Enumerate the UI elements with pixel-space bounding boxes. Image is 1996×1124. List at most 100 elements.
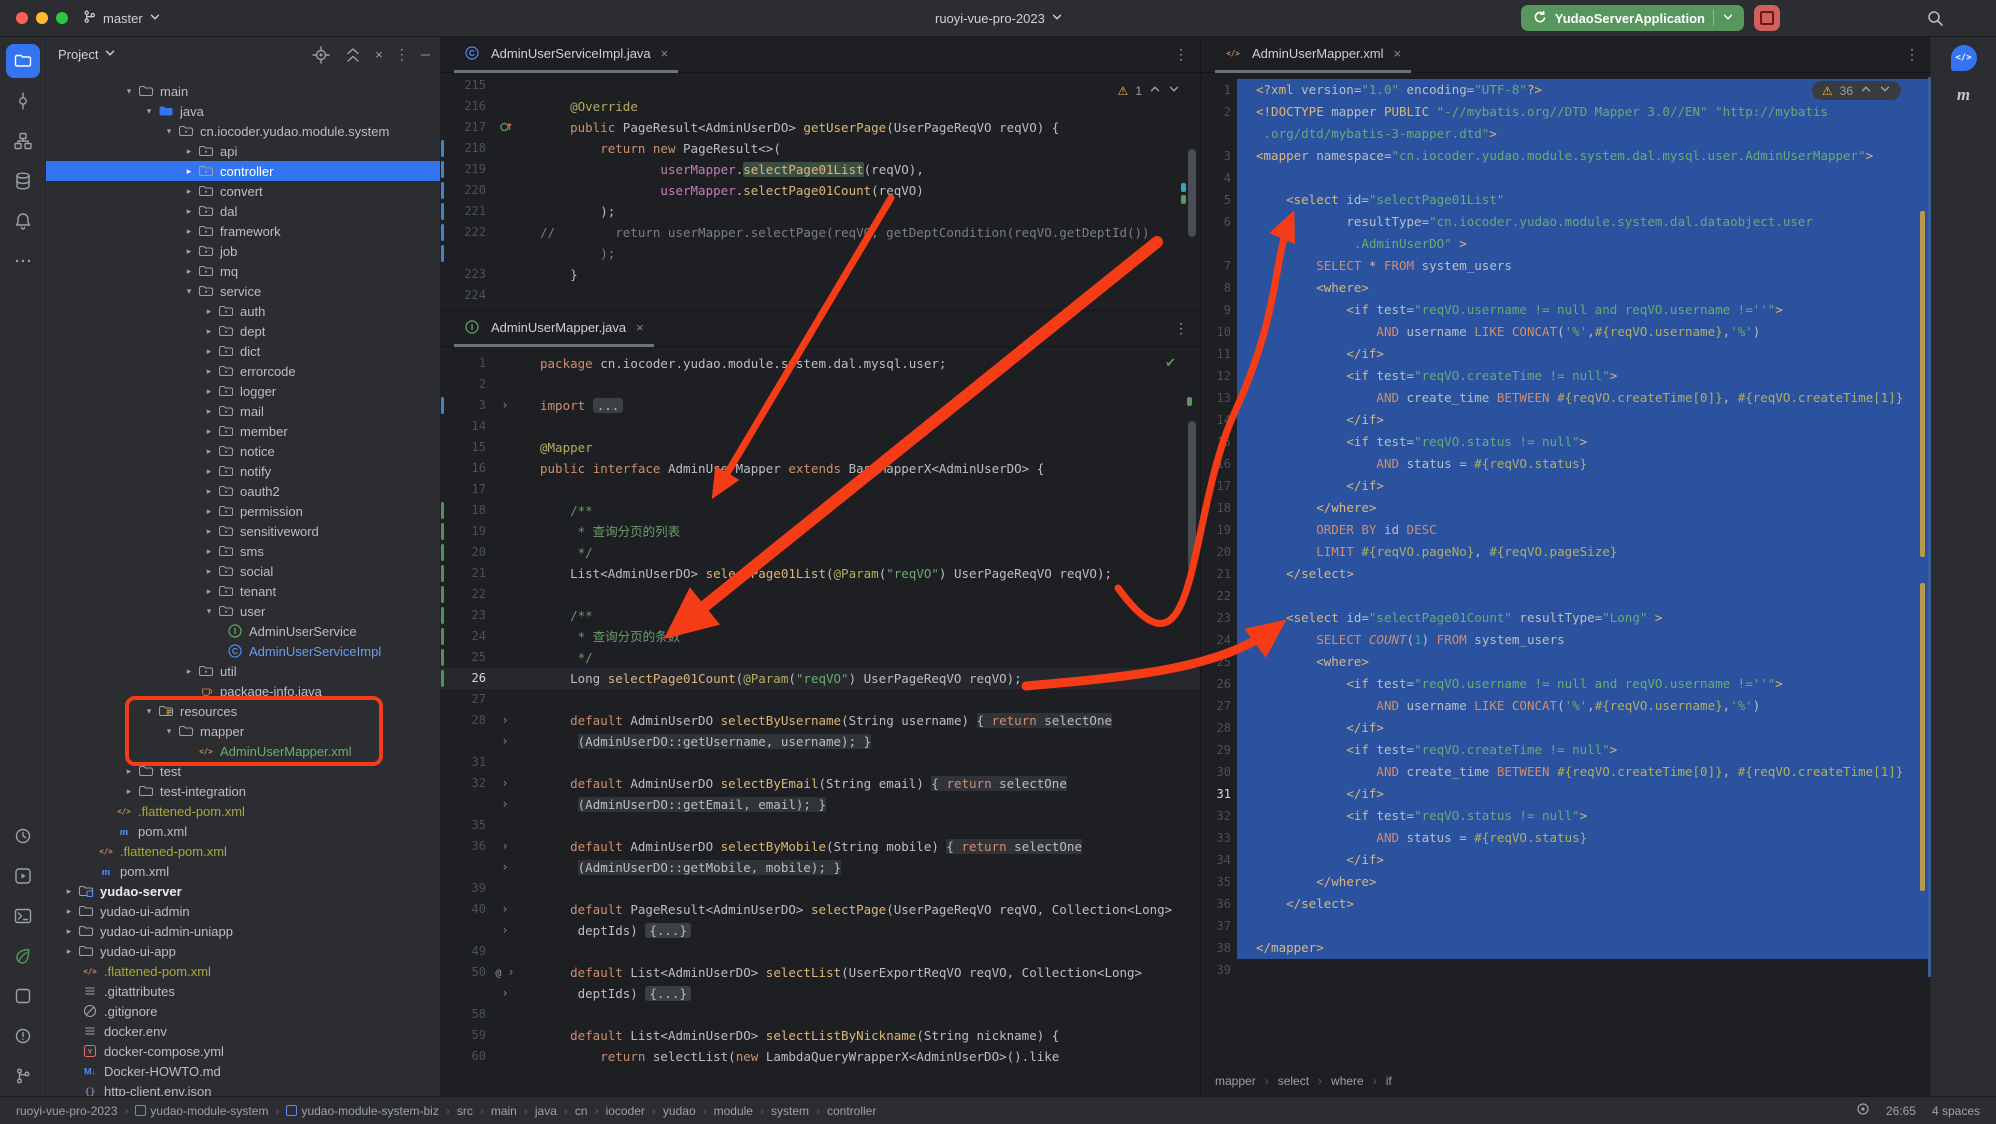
breadcrumb-select[interactable]: select: [1278, 1074, 1309, 1088]
hide-icon[interactable]: ─: [421, 47, 430, 62]
tab-admin-user-mapper-java[interactable]: I AdminUserMapper.java ×: [454, 311, 654, 347]
fold-icon[interactable]: ›: [492, 395, 518, 416]
tree-item-job[interactable]: ▸job: [46, 241, 440, 261]
tab-admin-user-mapper-xml[interactable]: </> AdminUserMapper.xml ×: [1215, 37, 1411, 73]
indent-setting[interactable]: 4 spaces: [1932, 1104, 1980, 1118]
chevron-collapsed-icon[interactable]: ▸: [200, 346, 218, 357]
database-icon[interactable]: [6, 164, 40, 198]
chevron-collapsed-icon[interactable]: ▸: [180, 226, 198, 237]
collapse-all-icon[interactable]: [343, 45, 363, 65]
fold-icon[interactable]: ›: [492, 899, 518, 920]
tree-item-auth[interactable]: ▸auth: [46, 301, 440, 321]
tree-item--gitattributes[interactable]: .gitattributes: [46, 981, 440, 1001]
status-crumb-yudao-module-system[interactable]: yudao-module-system: [135, 1104, 268, 1118]
close-icon[interactable]: ×: [636, 320, 644, 335]
chevron-down-icon[interactable]: [1168, 83, 1180, 98]
code-area[interactable]: 1<?xml version="1.0" encoding="UTF-8"?>2…: [1201, 73, 1931, 1066]
chevron-collapsed-icon[interactable]: ▸: [180, 146, 198, 157]
status-crumb-main[interactable]: main: [491, 1104, 517, 1118]
tree-item-resources[interactable]: ▾resources: [46, 701, 440, 721]
tree-item-docker-env[interactable]: docker.env: [46, 1021, 440, 1041]
tree-item-convert[interactable]: ▸convert: [46, 181, 440, 201]
status-crumb-java[interactable]: java: [535, 1104, 557, 1118]
fold-icon[interactable]: ›: [492, 983, 518, 1004]
tree-item--flattened-pom-xml[interactable]: </>.flattened-pom.xml: [46, 801, 440, 821]
locate-icon[interactable]: [311, 45, 331, 65]
fold-icon[interactable]: ›: [492, 857, 518, 878]
chevron-collapsed-icon[interactable]: ▸: [200, 366, 218, 377]
override-gutter-icon[interactable]: [492, 117, 518, 138]
build-icon[interactable]: [6, 979, 40, 1013]
tree-item-dict[interactable]: ▸dict: [46, 341, 440, 361]
chevron-up-icon[interactable]: [1149, 83, 1161, 98]
tree-item-controller[interactable]: ▸controller: [46, 161, 440, 181]
chevron-expanded-icon[interactable]: ▾: [140, 706, 158, 717]
fold-icon[interactable]: ›: [492, 773, 518, 794]
notifications-icon[interactable]: [6, 204, 40, 238]
chevron-collapsed-icon[interactable]: ▸: [60, 946, 78, 957]
chevron-expanded-icon[interactable]: ▾: [120, 86, 138, 97]
fold-icon[interactable]: ›: [492, 710, 518, 731]
fold-icon[interactable]: ›: [492, 731, 518, 752]
chevron-collapsed-icon[interactable]: ▸: [200, 306, 218, 317]
project-icon[interactable]: [6, 44, 40, 78]
vcs-icon[interactable]: [6, 1059, 40, 1093]
tree-item-member[interactable]: ▸member: [46, 421, 440, 441]
tab-options-icon[interactable]: ⋮: [1174, 46, 1188, 63]
tree-item-package-info-java[interactable]: package-info.java: [46, 681, 440, 701]
chevron-collapsed-icon[interactable]: ▸: [200, 566, 218, 577]
tree-item-oauth2[interactable]: ▸oauth2: [46, 481, 440, 501]
maven-tool-icon[interactable]: m: [1957, 85, 1970, 105]
tree-item-api[interactable]: ▸api: [46, 141, 440, 161]
search-icon[interactable]: [1926, 9, 1944, 30]
problems-icon[interactable]: [6, 1019, 40, 1053]
tree-item-social[interactable]: ▸social: [46, 561, 440, 581]
code-area[interactable]: 1package cn.iocoder.yudao.module.system.…: [440, 347, 1200, 1097]
tree-item--flattened-pom-xml[interactable]: </>.flattened-pom.xml: [46, 961, 440, 981]
window-title[interactable]: ruoyi-vue-pro-2023: [935, 0, 1063, 36]
tree-item-user[interactable]: ▾user: [46, 601, 440, 621]
chevron-expanded-icon[interactable]: ▾: [140, 106, 158, 117]
chevron-collapsed-icon[interactable]: ▸: [180, 266, 198, 277]
tree-item-main[interactable]: ▾main: [46, 81, 440, 101]
inspections-widget[interactable]: ⚠1: [1118, 83, 1180, 98]
chevron-collapsed-icon[interactable]: ▸: [60, 926, 78, 937]
chevron-expanded-icon[interactable]: ▾: [160, 726, 178, 737]
tab-admin-user-service-impl-java[interactable]: C AdminUserServiceImpl.java ×: [454, 37, 678, 73]
tree-item-java[interactable]: ▾java: [46, 101, 440, 121]
tree-item-test[interactable]: ▸test: [46, 761, 440, 781]
chevron-collapsed-icon[interactable]: ▸: [200, 326, 218, 337]
breadcrumb-mapper[interactable]: mapper: [1215, 1074, 1256, 1088]
tree-item-mail[interactable]: ▸mail: [46, 401, 440, 421]
indicator-icon[interactable]: [1856, 1102, 1870, 1119]
window-minimize-icon[interactable]: [36, 12, 48, 24]
scrollbar-thumb[interactable]: [1188, 149, 1196, 237]
tree-item-sensitiveword[interactable]: ▸sensitiveword: [46, 521, 440, 541]
tree-item-permission[interactable]: ▸permission: [46, 501, 440, 521]
status-crumb-system[interactable]: system: [771, 1104, 809, 1118]
status-crumb-src[interactable]: src: [457, 1104, 473, 1118]
tree-item-pom-xml[interactable]: mpom.xml: [46, 821, 440, 841]
chevron-collapsed-icon[interactable]: ▸: [200, 546, 218, 557]
close-icon[interactable]: ×: [661, 46, 669, 61]
close-icon[interactable]: ×: [375, 47, 383, 62]
chevron-collapsed-icon[interactable]: ▸: [180, 666, 198, 677]
commit-icon[interactable]: [6, 84, 40, 118]
tree-item-test-integration[interactable]: ▸test-integration: [46, 781, 440, 801]
fold-icon[interactable]: ›: [492, 836, 518, 857]
tree-item-service[interactable]: ▾service: [46, 281, 440, 301]
tree-item-yudao-ui-admin-uniapp[interactable]: ▸yudao-ui-admin-uniapp: [46, 921, 440, 941]
tree-item-dept[interactable]: ▸dept: [46, 321, 440, 341]
chevron-collapsed-icon[interactable]: ▸: [200, 586, 218, 597]
tree-item-mq[interactable]: ▸mq: [46, 261, 440, 281]
chevron-collapsed-icon[interactable]: ▸: [180, 186, 198, 197]
run-configuration-button[interactable]: YudaoServerApplication: [1521, 5, 1744, 31]
scrollbar-thumb[interactable]: [1188, 421, 1196, 571]
chevron-collapsed-icon[interactable]: ▸: [180, 246, 198, 257]
chevron-up-icon[interactable]: [1860, 83, 1872, 98]
chevron-collapsed-icon[interactable]: ▸: [200, 486, 218, 497]
tree-item-yudao-ui-app[interactable]: ▸yudao-ui-app: [46, 941, 440, 961]
code-area[interactable]: 215216 @Override217 public PageResult<Ad…: [440, 73, 1200, 310]
fold-icon[interactable]: @ ›: [492, 962, 518, 983]
services-icon[interactable]: [6, 859, 40, 893]
